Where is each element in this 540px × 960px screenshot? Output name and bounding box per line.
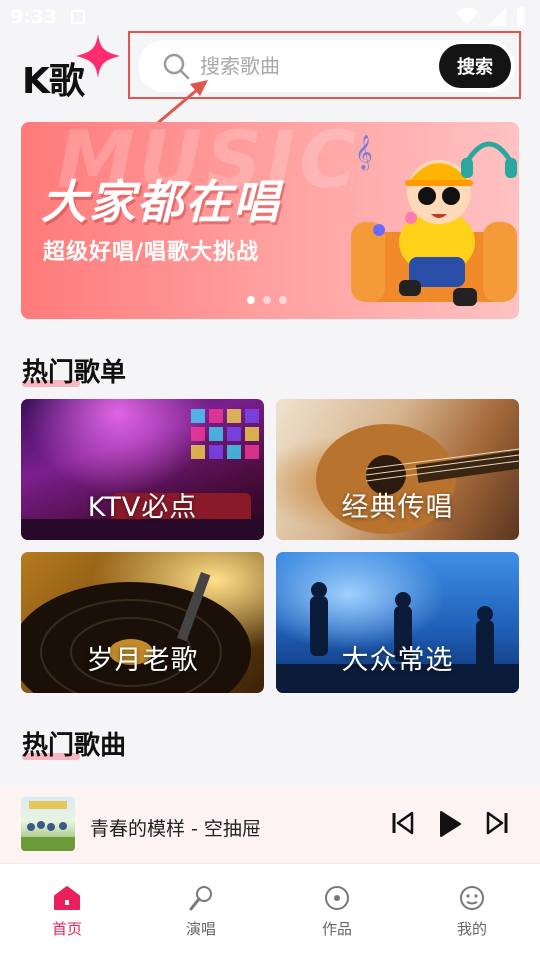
wifi-icon [456,8,478,25]
search-input[interactable] [200,52,430,80]
playlist-label: 岁月老歌 [86,645,199,676]
bottom-tab-bar: 首页 演唱 作品 我的 [0,863,540,960]
album-cover[interactable] [21,797,75,851]
section-title-hot-songs: 热门歌曲 [22,725,126,762]
now-playing-bar[interactable]: 青春的模样 - 空抽屉 [0,787,540,863]
previous-track-icon[interactable] [390,809,416,837]
playlist-label: 经典传唱 [341,492,454,523]
battery-icon [517,7,525,26]
singer-illustration: 𝄞 [351,135,517,306]
album-cover-image [21,801,75,851]
profile-icon [460,886,484,910]
tab-works[interactable]: 作品 [292,884,382,939]
playlist-label: KTV必点 [87,492,198,523]
search-button[interactable]: 搜索 [439,44,511,88]
tab-label: 演唱 [185,920,216,938]
tab-label: 首页 [51,920,82,938]
banner-dot[interactable] [263,296,271,304]
tab-sing[interactable]: 演唱 [156,884,246,939]
promo-banner[interactable]: MUSIC 大家都在唱 超级好唱/唱歌大挑战 𝄞 [21,122,519,319]
signal-icon [488,8,506,26]
home-icon [54,886,80,910]
svg-text:𝄞: 𝄞 [355,135,373,171]
playlist-card-old-songs[interactable]: 岁月老歌 [21,552,264,693]
microphone-icon [189,886,212,911]
playlist-card-popular[interactable]: 大众常选 [276,552,519,693]
disc-icon [325,886,349,910]
banner-title: 大家都在唱 [41,175,281,229]
playlist-card-classic[interactable]: 经典传唱 [276,399,519,540]
play-icon[interactable] [437,809,463,839]
banner-dot[interactable] [279,296,287,304]
tab-label: 我的 [456,920,487,938]
header: K歌 搜索 [0,30,540,102]
banner-subtitle: 超级好唱/唱歌大挑战 [43,240,260,265]
playlist-card-ktv[interactable]: KTV必点 [21,399,264,540]
now-playing-title: 青春的模样 - 空抽屉 [90,818,261,840]
banner-dot[interactable] [247,296,255,304]
sparkle-icon [76,34,120,78]
playlist-label: 大众常选 [341,645,454,676]
tab-me[interactable]: 我的 [427,884,517,939]
notification-icon [71,10,86,24]
next-track-icon[interactable] [484,809,510,837]
status-time: 9:33 [10,6,58,28]
tab-home[interactable]: 首页 [22,884,112,939]
status-bar: 9:33 [0,0,540,34]
banner-pagination[interactable] [247,296,287,304]
section-title-hot-playlists: 热门歌单 [22,352,126,389]
tab-label: 作品 [321,920,352,938]
